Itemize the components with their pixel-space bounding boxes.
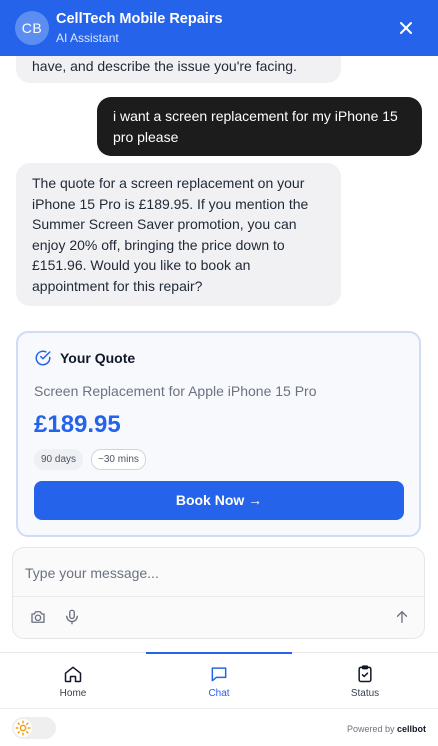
nav-label: Home (59, 688, 87, 699)
microphone-icon (66, 609, 78, 625)
quote-description: Screen Replacement for Apple iPhone 15 P… (34, 383, 317, 399)
nav-home[interactable]: Home (0, 653, 146, 709)
quote-tags: 90 days ~30 mins (34, 449, 146, 470)
close-button[interactable] (394, 16, 418, 40)
message-line: iPhone 15 Pro is £189.95. If you mention… (32, 195, 309, 212)
message-text: i want a screen replacement for my iPhon… (113, 108, 398, 124)
close-icon (400, 22, 412, 34)
theme-toggle[interactable] (12, 717, 56, 739)
home-icon (64, 666, 82, 683)
brand-name[interactable]: cellbot (397, 724, 426, 734)
camera-button[interactable] (29, 608, 49, 628)
book-now-button[interactable]: Book Now → (34, 481, 404, 520)
quote-price: £189.95 (34, 411, 121, 438)
nav-status[interactable]: Status (292, 653, 438, 709)
chat-header: CB CellTech Mobile Repairs AI Assistant (0, 0, 438, 56)
duration-badge: ~30 mins (91, 449, 146, 470)
quote-header: Your Quote (34, 349, 135, 367)
message-text: have, and describe the issue you're faci… (32, 58, 297, 74)
chat-icon (211, 667, 227, 682)
nav-chat[interactable]: Chat (146, 653, 292, 709)
send-arrow-icon (396, 611, 408, 623)
send-button[interactable] (393, 608, 413, 628)
footer: Powered by cellbot (0, 708, 438, 746)
message-line: The quote for a screen replacement on yo… (32, 175, 305, 191)
warranty-badge: 90 days (34, 449, 84, 470)
nav-label: Status (350, 688, 380, 699)
bot-message: The quote for a screen replacement on yo… (16, 163, 341, 306)
microphone-button[interactable] (63, 608, 83, 628)
nav-label: Chat (208, 688, 230, 699)
bottom-nav: Home Chat Status (0, 652, 438, 708)
message-input[interactable] (25, 562, 405, 584)
message-line: £151.96. Would you like to book an (32, 257, 251, 273)
message-line: Summer Screen Saver promotion, you can (32, 216, 297, 232)
app-title: CellTech Mobile Repairs (56, 11, 223, 27)
avatar: CB (15, 11, 49, 45)
app-subtitle: AI Assistant (56, 31, 119, 45)
check-circle-icon (35, 350, 51, 366)
message-composer (12, 547, 425, 639)
sun-icon (15, 720, 31, 736)
message-line: enjoy 20% off, bringing the price down t… (32, 236, 285, 253)
user-message: i want a screen replacement for my iPhon… (97, 97, 422, 156)
quote-card: Your Quote Screen Replacement for Apple … (16, 331, 421, 537)
powered-by-label: Powered by (346, 724, 395, 734)
camera-icon (31, 611, 45, 623)
clipboard-check-icon (358, 665, 372, 683)
bot-message: have, and describe the issue you're faci… (16, 56, 341, 83)
powered-by: Powered by cellbot (347, 724, 426, 734)
message-text: pro please (113, 128, 179, 145)
toggle-knob (14, 719, 32, 737)
composer-divider (13, 596, 424, 597)
quote-heading: Your Quote (60, 350, 136, 366)
message-line: appointment for this repair? (32, 277, 203, 294)
